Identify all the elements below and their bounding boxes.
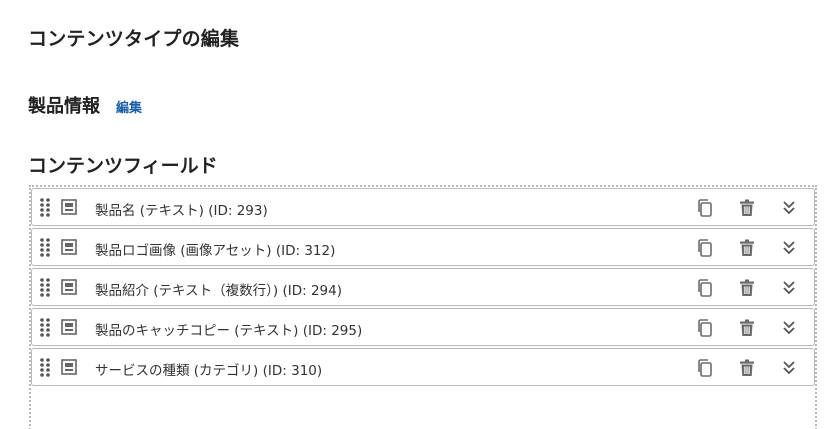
chevron-double-down-icon[interactable] (779, 198, 799, 218)
chevron-double-down-icon[interactable] (779, 278, 799, 298)
trash-icon[interactable] (737, 318, 757, 338)
field-row: 製品ロゴ画像 (画像アセット) (ID: 312) (31, 228, 815, 266)
field-type-icon (61, 319, 77, 335)
trash-icon[interactable] (737, 358, 757, 378)
trash-icon[interactable] (737, 278, 757, 298)
chevron-double-down-icon[interactable] (779, 318, 799, 338)
field-label: 製品名 (テキスト) (ID: 293) (95, 203, 268, 219)
field-label: 製品のキャッチコピー (テキスト) (ID: 295) (95, 323, 363, 339)
field-list: 製品名 (テキスト) (ID: 293) 製品ロゴ画像 (画像アセット) (ID… (31, 188, 815, 388)
page-title: コンテンツタイプの編集 (28, 28, 240, 50)
chevron-double-down-icon[interactable] (779, 358, 799, 378)
field-label: サービスの種類 (カテゴリ) (ID: 310) (95, 363, 323, 379)
field-type-icon (61, 279, 77, 295)
field-row: 製品名 (テキスト) (ID: 293) (31, 188, 815, 226)
trash-icon[interactable] (737, 198, 757, 218)
field-type-icon (61, 359, 77, 375)
content-type-header: 製品情報 編集 (28, 92, 142, 118)
drag-handle-icon[interactable] (39, 197, 51, 217)
drag-handle-icon[interactable] (39, 237, 51, 257)
field-type-icon (61, 239, 77, 255)
field-label: 製品紹介 (テキスト（複数行）) (ID: 294) (95, 283, 342, 299)
content-type-name: 製品情報 (28, 96, 100, 117)
copy-icon[interactable] (695, 358, 715, 378)
drag-handle-icon[interactable] (39, 357, 51, 377)
copy-icon[interactable] (695, 198, 715, 218)
field-label: 製品ロゴ画像 (画像アセット) (ID: 312) (95, 243, 336, 259)
page: コンテンツタイプの編集 製品情報 編集 コンテンツフィールド 製品名 (テキスト… (0, 0, 836, 429)
content-fields-title: コンテンツフィールド (28, 155, 218, 177)
field-row: 製品紹介 (テキスト（複数行）) (ID: 294) (31, 268, 815, 306)
copy-icon[interactable] (695, 278, 715, 298)
field-row: サービスの種類 (カテゴリ) (ID: 310) (31, 348, 815, 386)
copy-icon[interactable] (695, 238, 715, 258)
drag-handle-icon[interactable] (39, 317, 51, 337)
field-row: 製品のキャッチコピー (テキスト) (ID: 295) (31, 308, 815, 346)
drag-handle-icon[interactable] (39, 277, 51, 297)
trash-icon[interactable] (737, 238, 757, 258)
field-type-icon (61, 199, 77, 215)
copy-icon[interactable] (695, 318, 715, 338)
chevron-double-down-icon[interactable] (779, 238, 799, 258)
edit-content-type-link[interactable]: 編集 (116, 97, 142, 116)
